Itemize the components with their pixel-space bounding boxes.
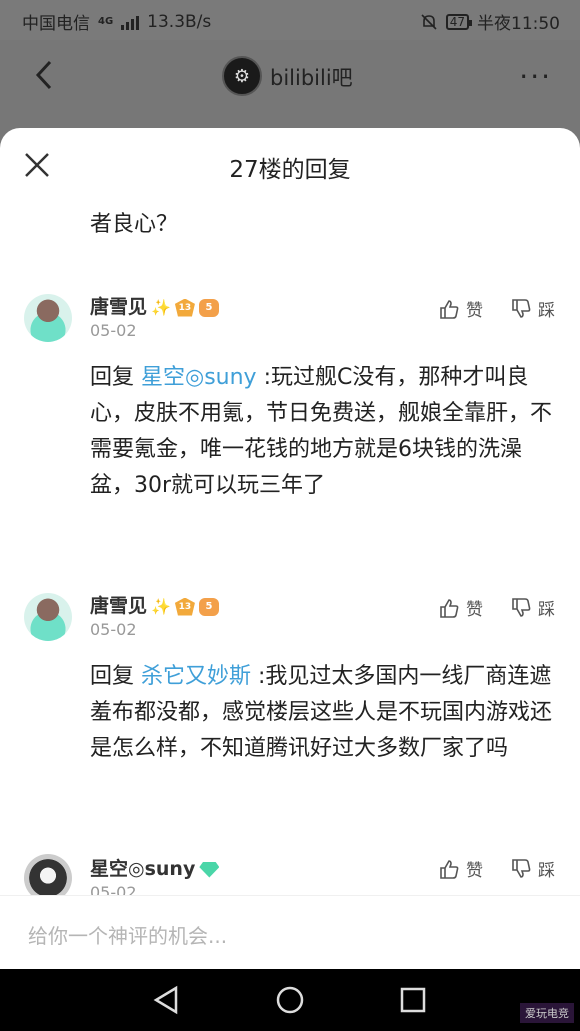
forum-title[interactable]: bilibili吧 <box>270 62 353 92</box>
forum-logo[interactable]: ⚙ <box>222 56 262 96</box>
thumbs-up-icon <box>440 859 459 879</box>
system-nav-bar: 爱玩电竞 <box>0 969 580 1031</box>
thumbs-down-icon <box>512 298 531 318</box>
like-button[interactable]: 赞 <box>438 595 483 620</box>
username[interactable]: 唐雪见 ✨ 13 5 <box>90 591 219 618</box>
watermark-logo: 爱玩电竞 <box>520 1003 574 1023</box>
comment-input[interactable]: 给你一个神评的机会... <box>28 920 227 949</box>
fan-badge: 5 <box>198 298 219 317</box>
thumbs-up-icon <box>440 598 459 618</box>
like-button[interactable]: 赞 <box>438 296 483 321</box>
status-bar: 中国电信 4G 13.3B/s 47 半夜11:50 <box>0 0 580 40</box>
thumbs-down-icon <box>512 858 531 878</box>
like-button[interactable]: 赞 <box>438 856 483 881</box>
avatar[interactable] <box>24 593 72 641</box>
mute-bell-icon <box>421 13 437 30</box>
signal-icon <box>121 14 140 30</box>
thumbs-up-icon <box>440 299 459 319</box>
sparkle-icon: ✨ <box>151 298 171 317</box>
reply-date: 05-02 <box>90 620 137 639</box>
dislike-button[interactable]: 踩 <box>510 296 555 321</box>
avatar[interactable] <box>24 294 72 342</box>
sheet-title: 27楼的回复 <box>229 157 351 183</box>
dislike-button[interactable]: 踩 <box>510 595 555 620</box>
previous-reply-tail: 者良心？ <box>90 212 179 237</box>
comment-input-bar[interactable]: 给你一个神评的机会... <box>0 895 580 969</box>
back-icon[interactable] <box>30 58 60 92</box>
reply-text: 回复 星空◎suny :玩过舰C没有，那种才叫良心，皮肤不用氪，节日免费送，舰娘… <box>90 365 553 498</box>
reply-date: 05-02 <box>90 321 137 340</box>
sheet-header: 27楼的回复 <box>0 128 580 200</box>
mention-link[interactable]: 星空◎suny <box>141 365 257 390</box>
dislike-button[interactable]: 踩 <box>510 856 555 881</box>
thumbs-down-icon <box>512 597 531 617</box>
reply-text: 回复 杀它又妙斯 :我见过太多国内一线厂商连遮羞布都没都，感觉楼层这些人是不玩国… <box>90 664 553 761</box>
reply-sheet: 27楼的回复 者良心？ 唐雪见 ✨ 13 5 05-02 赞 踩 回复 星空◎suny… <box>0 128 580 969</box>
network-speed: 13.3B/s <box>147 11 212 32</box>
carrier-label: 中国电信 <box>22 14 90 34</box>
username[interactable]: 星空◎suny <box>90 854 220 881</box>
clock: 半夜11:50 <box>477 14 560 34</box>
nav-home-icon[interactable] <box>275 985 305 1015</box>
username[interactable]: 唐雪见 ✨ 13 5 <box>90 292 219 319</box>
diamond-icon <box>199 861 220 878</box>
sparkle-icon: ✨ <box>151 597 171 616</box>
battery-icon: 47 <box>445 13 473 30</box>
more-icon[interactable]: ··· <box>519 60 552 93</box>
nav-back-icon[interactable] <box>152 985 180 1015</box>
mention-link[interactable]: 杀它又妙斯 <box>141 664 251 689</box>
nav-recents-icon[interactable] <box>399 986 427 1014</box>
network-type: 4G <box>98 16 114 27</box>
fan-badge: 5 <box>198 597 219 616</box>
top-nav: ⚙ bilibili吧 ··· <box>0 40 580 130</box>
level-badge: 13 <box>174 597 195 616</box>
level-badge: 13 <box>174 298 195 317</box>
